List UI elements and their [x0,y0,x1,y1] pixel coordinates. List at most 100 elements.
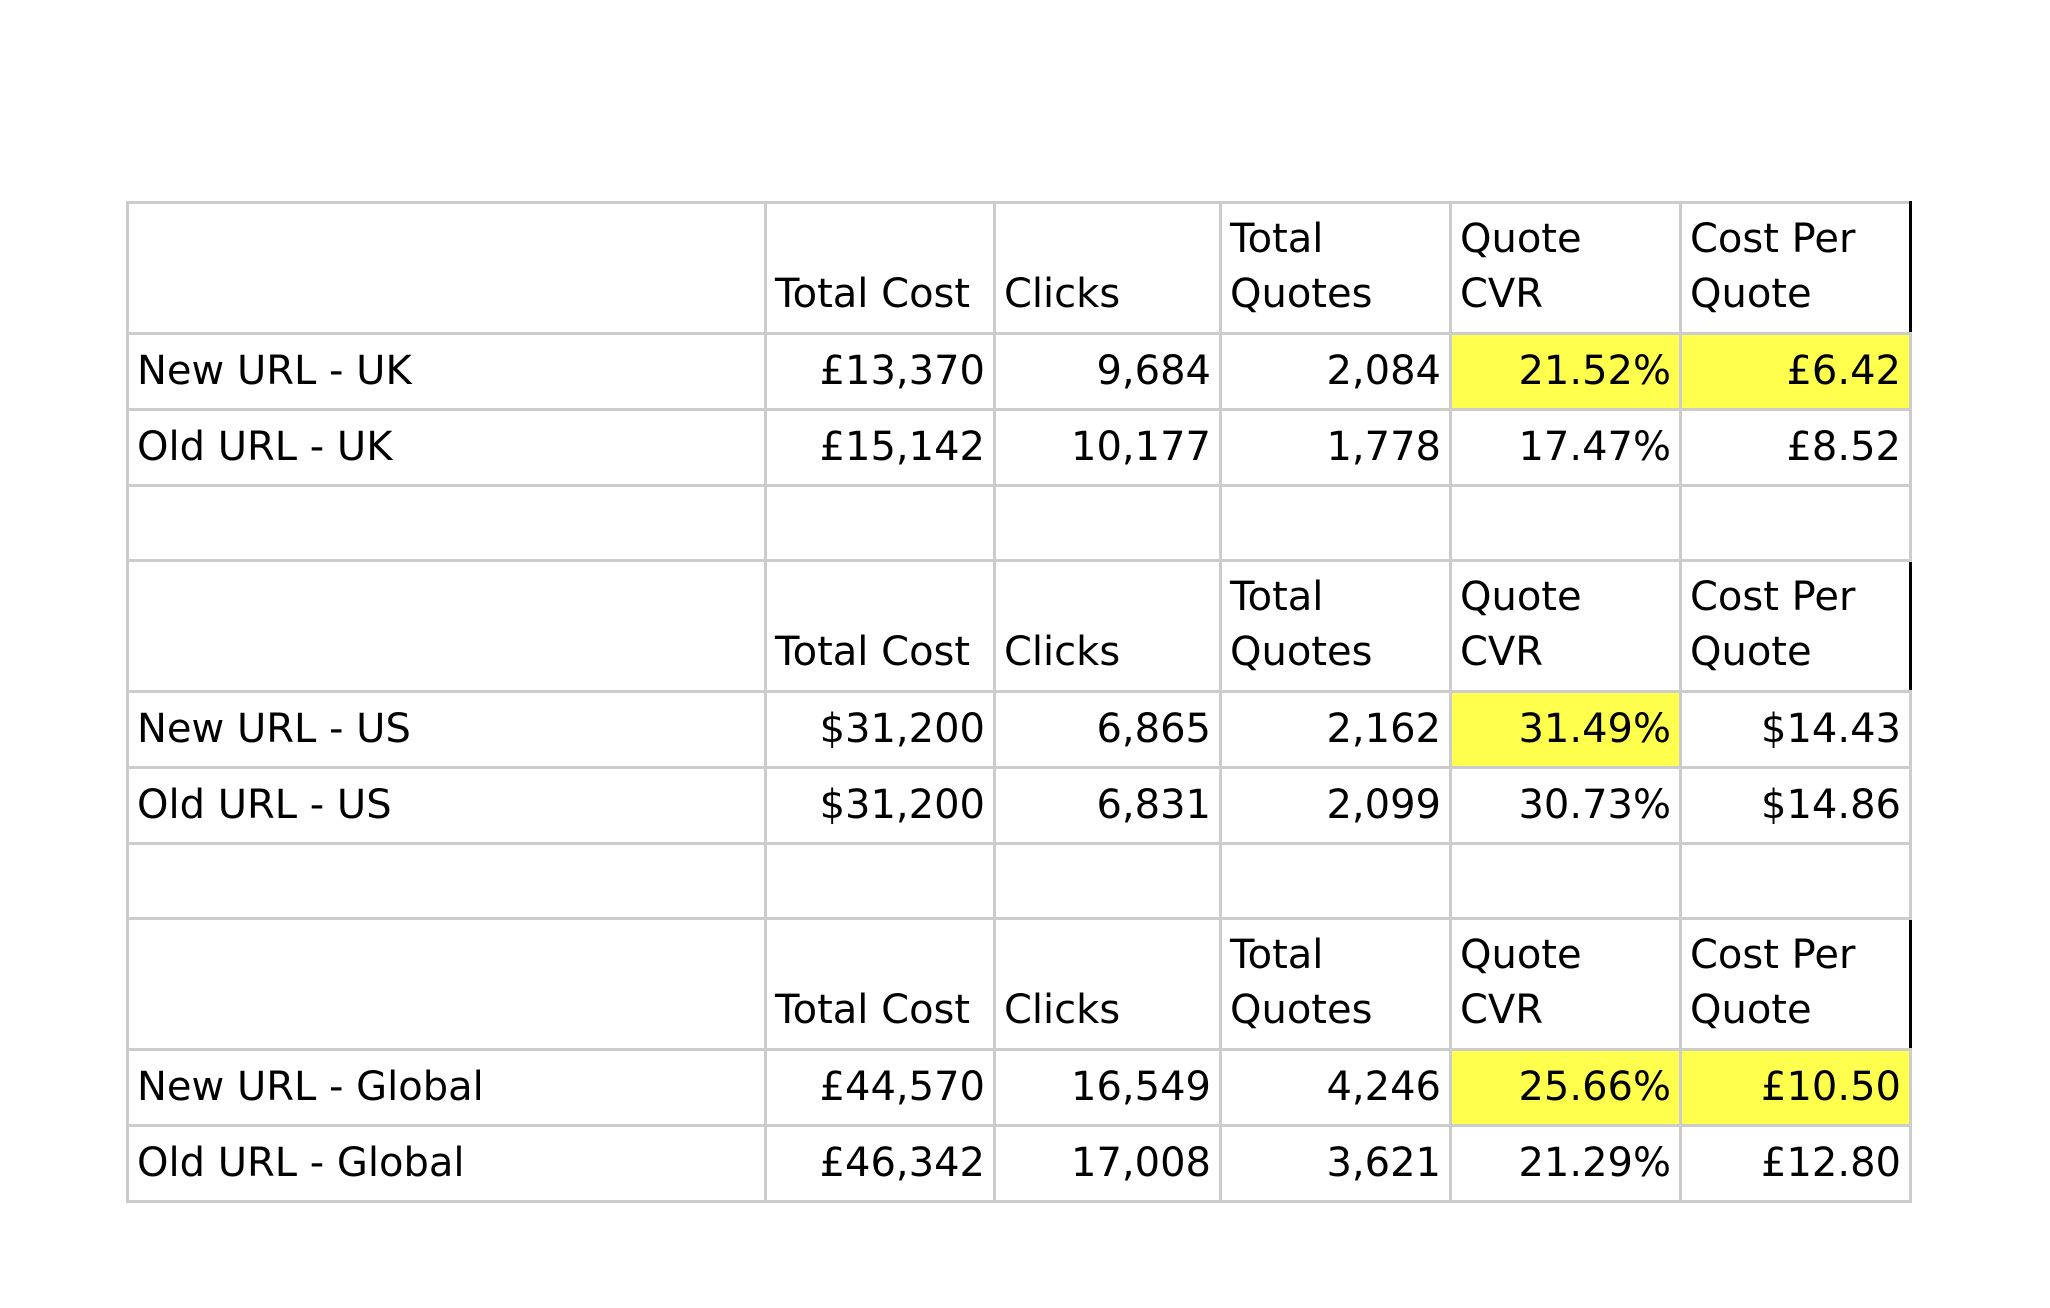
header-cost-per-quote: Cost Per Quote [1679,201,1912,335]
header-total-cost-text: Total Cost [775,271,971,317]
cell-clicks: 9,684 [993,332,1222,411]
cell-cost-per-quote: $14.43 [1679,690,1912,769]
cell-total-cost: £15,142 [764,408,996,487]
row-label: Old URL - US [126,766,767,845]
empty-cell [126,484,767,562]
header-quote-cvr-line1: Quote [1460,932,1582,978]
row-label: New URL - Global [126,1048,767,1127]
table-row: New URL - UK £13,370 9,684 2,084 21.52% … [126,332,1912,411]
cell-total-cost: £46,342 [764,1124,996,1203]
header-clicks-text: Clicks [1004,271,1121,317]
cell-total-quotes: 2,099 [1219,766,1452,845]
header-total-cost-text: Total Cost [775,629,971,675]
empty-cell [764,842,996,920]
spacer-row [126,842,1912,920]
header-clicks: Clicks [993,917,1222,1051]
cell-total-cost: £13,370 [764,332,996,411]
header-quote-cvr-line1: Quote [1460,216,1582,262]
cell-quote-cvr-highlighted: 31.49% [1449,690,1682,769]
row-label: Old URL - UK [126,408,767,487]
header-total-quotes-line1: Total [1230,932,1324,978]
cell-clicks: 16,549 [993,1048,1222,1127]
spacer-row [126,484,1912,562]
header-cost-per-quote: Cost Per Quote [1679,559,1912,693]
header-corner-cell [126,201,767,335]
cell-total-quotes: 2,162 [1219,690,1452,769]
header-total-quotes-line1: Total [1230,216,1324,262]
table-row: Old URL - UK £15,142 10,177 1,778 17.47%… [126,408,1912,487]
header-total-cost: Total Cost [764,201,996,335]
header-cost-per-quote: Cost Per Quote [1679,917,1912,1051]
cell-clicks: 6,865 [993,690,1222,769]
table-row: New URL - US $31,200 6,865 2,162 31.49% … [126,690,1912,769]
header-total-cost: Total Cost [764,917,996,1051]
header-quote-cvr: Quote CVR [1449,917,1682,1051]
cell-cost-per-quote: £8.52 [1679,408,1912,487]
empty-cell [993,484,1222,562]
header-quote-cvr: Quote CVR [1449,559,1682,693]
header-clicks-text: Clicks [1004,629,1121,675]
header-total-cost: Total Cost [764,559,996,693]
cell-quote-cvr: 17.47% [1449,408,1682,487]
row-label: Old URL - Global [126,1124,767,1203]
header-row-global: Total Cost Clicks Total Quotes Quote CVR C… [126,917,1912,1051]
empty-cell [764,484,996,562]
cell-total-cost: £44,570 [764,1048,996,1127]
header-row-uk: Total Cost Clicks Total Quotes Quote CVR C… [126,201,1912,335]
table-row: Old URL - Global £46,342 17,008 3,621 21… [126,1124,1912,1203]
table-row: New URL - Global £44,570 16,549 4,246 25… [126,1048,1912,1127]
cell-clicks: 17,008 [993,1124,1222,1203]
cell-total-cost: $31,200 [764,766,996,845]
empty-cell [1219,484,1452,562]
header-total-quotes-line2: Quotes [1230,987,1373,1033]
header-total-quotes: Total Quotes [1219,917,1452,1051]
cell-quote-cvr: 30.73% [1449,766,1682,845]
cell-total-quotes: 4,246 [1219,1048,1452,1127]
cell-total-quotes: 2,084 [1219,332,1452,411]
cell-cost-per-quote-highlighted: £10.50 [1679,1048,1912,1127]
cell-cost-per-quote-highlighted: £6.42 [1679,332,1912,411]
header-total-quotes-line2: Quotes [1230,629,1373,675]
header-quote-cvr-line2: CVR [1460,987,1544,1033]
header-total-quotes-line2: Quotes [1230,271,1373,317]
header-corner-cell [126,917,767,1051]
empty-cell [1449,842,1682,920]
header-row-us: Total Cost Clicks Total Quotes Quote CVR C… [126,559,1912,693]
header-total-quotes: Total Quotes [1219,201,1452,335]
empty-cell [1219,842,1452,920]
empty-cell [126,842,767,920]
empty-cell [1679,484,1912,562]
cell-clicks: 6,831 [993,766,1222,845]
header-total-quotes-line1: Total [1230,574,1324,620]
cell-total-quotes: 1,778 [1219,408,1452,487]
cell-cost-per-quote: $14.86 [1679,766,1912,845]
header-quote-cvr: Quote CVR [1449,201,1682,335]
cell-total-cost: $31,200 [764,690,996,769]
header-quote-cvr-line2: CVR [1460,271,1544,317]
empty-cell [1679,842,1912,920]
header-total-cost-text: Total Cost [775,987,971,1033]
cell-quote-cvr-highlighted: 21.52% [1449,332,1682,411]
header-total-quotes: Total Quotes [1219,559,1452,693]
header-quote-cvr-line2: CVR [1460,629,1544,675]
header-cost-per-quote-line1: Cost Per [1690,216,1856,262]
cell-cost-per-quote: £12.80 [1679,1124,1912,1203]
header-clicks-text: Clicks [1004,987,1121,1033]
header-cost-per-quote-line1: Cost Per [1690,574,1856,620]
cell-clicks: 10,177 [993,408,1222,487]
header-corner-cell [126,559,767,693]
header-cost-per-quote-line1: Cost Per [1690,932,1856,978]
header-quote-cvr-line1: Quote [1460,574,1582,620]
header-cost-per-quote-line2: Quote [1690,629,1812,675]
row-label: New URL - US [126,690,767,769]
empty-cell [1449,484,1682,562]
header-clicks: Clicks [993,559,1222,693]
cell-total-quotes: 3,621 [1219,1124,1452,1203]
empty-cell [993,842,1222,920]
row-label: New URL - UK [126,332,767,411]
cell-quote-cvr-highlighted: 25.66% [1449,1048,1682,1127]
comparison-table: Total Cost Clicks Total Quotes Quote CVR C… [126,201,1912,1203]
header-clicks: Clicks [993,201,1222,335]
header-cost-per-quote-line2: Quote [1690,271,1812,317]
table-row: Old URL - US $31,200 6,831 2,099 30.73% … [126,766,1912,845]
